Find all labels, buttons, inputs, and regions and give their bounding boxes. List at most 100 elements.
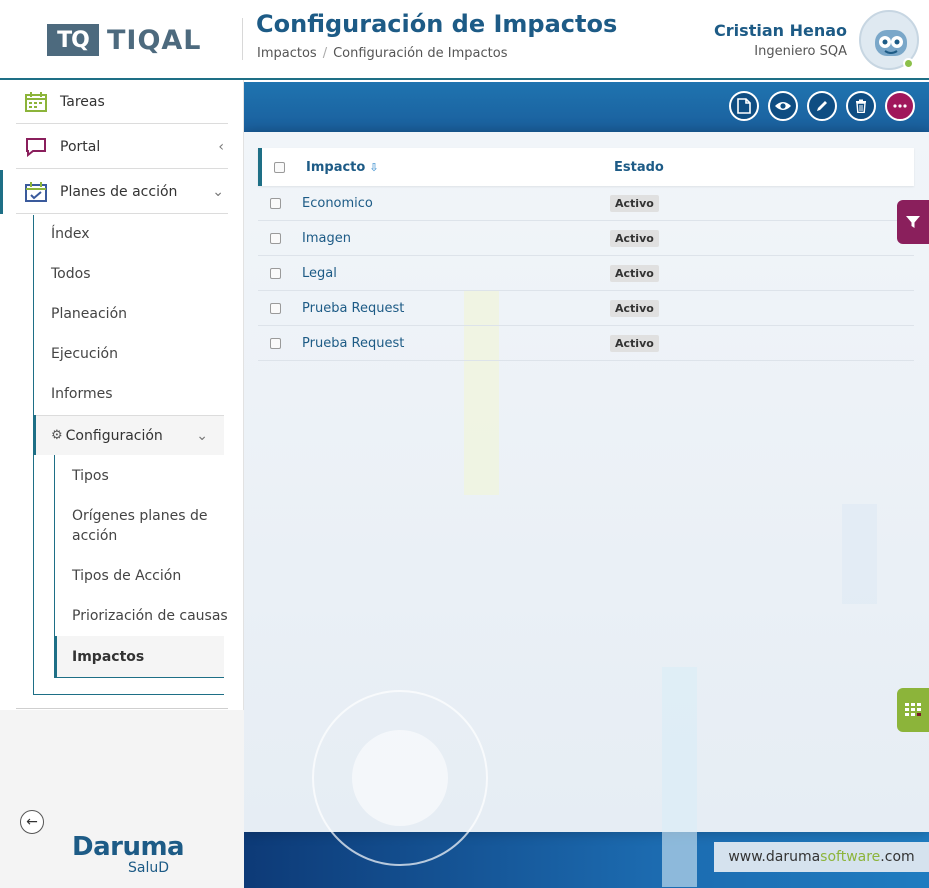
main-area: Impacto ⇩ Estado Economico Activo Imagen … — [244, 82, 929, 888]
daruma-logo-sub: SaluD — [128, 860, 170, 876]
more-options-button[interactable] — [885, 91, 915, 121]
calendar-icon — [24, 90, 48, 114]
app-header: TQ TIQAL Configuración de Impactos Impac… — [0, 0, 929, 80]
logo-mark: TQ — [47, 24, 99, 56]
submenu2-item-origenes[interactable]: Orígenes planes de acción — [72, 506, 212, 546]
row-checkbox[interactable] — [270, 197, 281, 209]
table-header: Impacto ⇩ Estado — [258, 148, 914, 186]
submenu-item-todos[interactable]: Todos — [51, 266, 90, 282]
decorative-bar — [842, 504, 877, 604]
submenu-line — [33, 215, 34, 695]
column-header-impacto[interactable]: Impacto ⇩ — [306, 160, 614, 175]
sidebar-item-portal[interactable]: Portal ‹ — [16, 125, 228, 169]
status-badge: Activo — [610, 334, 659, 352]
select-all-checkbox[interactable] — [274, 161, 285, 173]
sidebar: Tareas Portal ‹ Planes de acción ⌄ Índex… — [0, 80, 244, 888]
calendar-check-icon — [24, 180, 48, 204]
collapse-sidebar-button[interactable]: ← — [20, 810, 44, 834]
submenu2-item-priorizacion[interactable]: Priorización de causas — [72, 606, 228, 626]
ellipsis-icon — [893, 104, 907, 108]
cell-impacto[interactable]: Legal — [302, 266, 610, 281]
online-status-indicator — [903, 58, 914, 69]
decorative-bar — [662, 667, 697, 887]
table-row[interactable]: Prueba Request Activo — [258, 291, 914, 326]
chevron-down-icon: ⌄ — [196, 427, 208, 444]
submenu2-item-tipos[interactable]: Tipos — [72, 466, 109, 486]
grid-icon — [905, 703, 921, 716]
header-divider — [242, 18, 243, 60]
sort-down-icon[interactable]: ⇩ — [369, 161, 378, 174]
table-row[interactable]: Legal Activo — [258, 256, 914, 291]
arrow-left-icon: ← — [26, 814, 38, 830]
row-checkbox[interactable] — [270, 232, 281, 244]
breadcrumb: Impactos / Configuración de Impactos — [257, 46, 508, 61]
new-document-button[interactable] — [729, 91, 759, 121]
document-icon — [737, 98, 751, 114]
cell-impacto[interactable]: Prueba Request — [302, 301, 610, 316]
sidebar-item-label: Planes de acción — [60, 183, 178, 200]
grid-panel-toggle[interactable] — [897, 688, 929, 732]
row-checkbox[interactable] — [270, 337, 281, 349]
submenu-item-planeacion[interactable]: Planeación — [51, 306, 127, 322]
submenu-bottom-line — [33, 694, 224, 695]
sidebar-item-label: Portal — [60, 138, 101, 155]
filter-icon — [906, 216, 920, 228]
delete-button[interactable] — [846, 91, 876, 121]
eye-icon — [775, 102, 791, 110]
row-checkbox[interactable] — [270, 267, 281, 279]
chat-icon — [24, 135, 48, 159]
gear-icon: ⚙ — [51, 428, 63, 443]
decorative-circle — [352, 730, 448, 826]
sidebar-item-label: Tareas — [60, 93, 105, 110]
status-badge: Activo — [610, 264, 659, 282]
sidebar-footer: ← Daruma SaluD — [0, 710, 244, 888]
page-title: Configuración de Impactos — [256, 10, 618, 38]
submenu-item-configuracion[interactable]: ⚙ Configuración ⌄ — [33, 415, 224, 455]
sidebar-item-planes[interactable]: Planes de acción ⌄ — [16, 170, 228, 214]
cell-impacto[interactable]: Imagen — [302, 231, 610, 246]
sidebar-item-tareas[interactable]: Tareas — [16, 80, 228, 124]
pencil-icon — [817, 101, 827, 111]
action-toolbar — [729, 91, 915, 121]
submenu-item-index[interactable]: Índex — [51, 226, 90, 242]
url-suffix: .com — [880, 849, 915, 865]
select-all-cell — [262, 161, 306, 173]
table-row[interactable]: Imagen Activo — [258, 221, 914, 256]
edit-button[interactable] — [807, 91, 837, 121]
table-row[interactable]: Prueba Request Activo — [258, 326, 914, 361]
url-prefix: www.daruma — [728, 849, 821, 865]
user-role: Ingeniero SQA — [754, 44, 847, 59]
submenu-item-label: Configuración — [65, 427, 163, 444]
daruma-logo: Daruma — [72, 832, 185, 862]
url-accent: software — [820, 849, 881, 865]
logo-text: TIQAL — [107, 24, 202, 56]
breadcrumb-item-current: Configuración de Impactos — [333, 46, 508, 61]
chevron-left-icon: ‹ — [218, 138, 224, 155]
submenu2-item-impactos[interactable]: Impactos — [54, 636, 224, 678]
row-checkbox[interactable] — [270, 302, 281, 314]
chevron-down-icon: ⌄ — [212, 183, 224, 200]
filter-panel-toggle[interactable] — [897, 200, 929, 244]
trash-icon — [856, 99, 866, 113]
breadcrumb-item-impactos[interactable]: Impactos — [257, 46, 317, 61]
table-row[interactable]: Economico Activo — [258, 186, 914, 221]
submenu2-item-tipos-accion[interactable]: Tipos de Acción — [72, 566, 181, 586]
submenu-item-ejecucion[interactable]: Ejecución — [51, 346, 118, 362]
cell-impacto[interactable]: Economico — [302, 196, 610, 211]
cell-impacto[interactable]: Prueba Request — [302, 336, 610, 351]
breadcrumb-separator: / — [322, 46, 328, 61]
active-indicator — [0, 170, 3, 214]
status-badge: Activo — [610, 299, 659, 317]
status-badge: Activo — [610, 229, 659, 247]
footer-website-link[interactable]: www.daruma software .com — [714, 842, 929, 872]
sidebar-divider — [16, 708, 228, 709]
column-header-label: Impacto — [306, 159, 366, 175]
tiqal-logo[interactable]: TQ TIQAL — [47, 24, 202, 56]
user-name[interactable]: Cristian Henao — [714, 21, 847, 40]
status-badge: Activo — [610, 194, 659, 212]
submenu-item-informes[interactable]: Informes — [51, 386, 113, 402]
view-button[interactable] — [768, 91, 798, 121]
active-indicator — [33, 415, 36, 455]
column-header-estado[interactable]: Estado — [614, 160, 914, 175]
impactos-table: Impacto ⇩ Estado Economico Activo Imagen … — [258, 148, 914, 361]
